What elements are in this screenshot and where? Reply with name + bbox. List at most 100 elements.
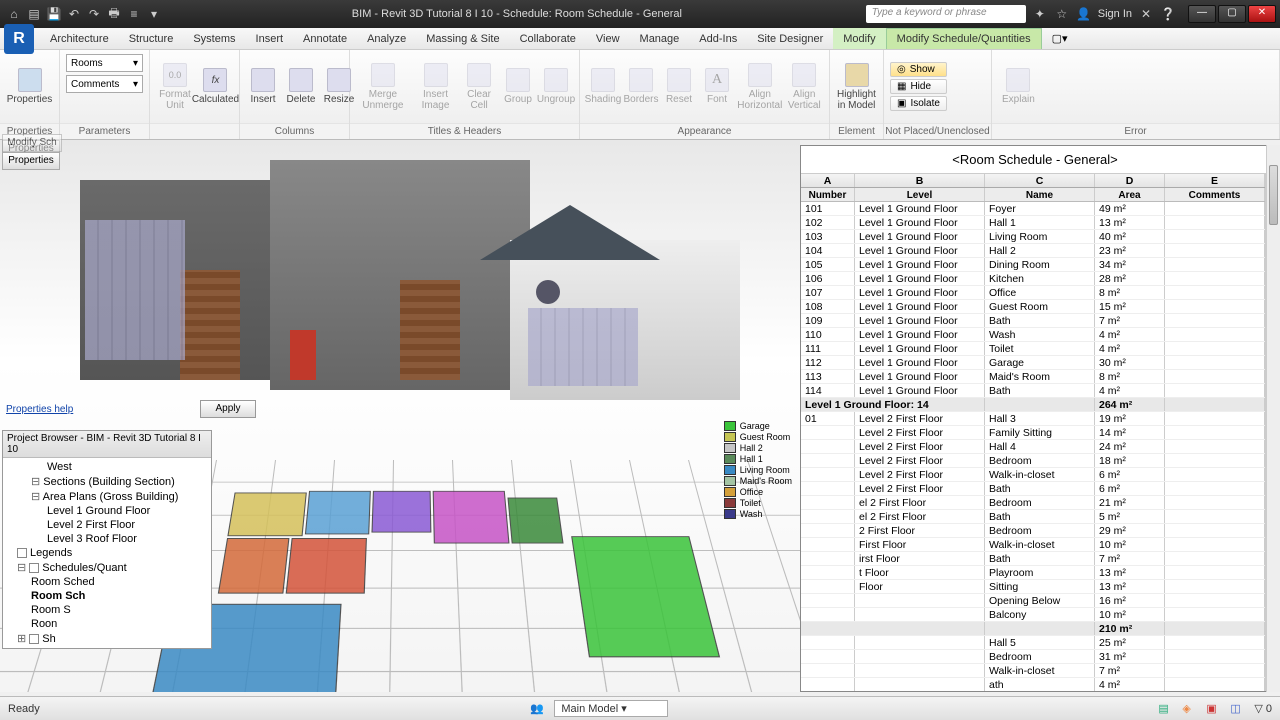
menu-tab-view[interactable]: View	[586, 28, 630, 49]
schedule-row[interactable]: 108Level 1 Ground FloorGuest Room15 m²	[801, 300, 1265, 314]
help-icon[interactable]: ❔	[1160, 6, 1176, 22]
schedule-row[interactable]: 105Level 1 Ground FloorDining Room34 m²	[801, 258, 1265, 272]
schedule-row[interactable]: 103Level 1 Ground FloorLiving Room40 m²	[801, 230, 1265, 244]
menu-tab-systems[interactable]: Systems	[183, 28, 245, 49]
calculated-button[interactable]: fxCalculated	[198, 66, 233, 107]
menu-tab-analyze[interactable]: Analyze	[357, 28, 416, 49]
save-icon[interactable]: 💾	[46, 6, 62, 22]
schedule-row[interactable]: 109Level 1 Ground FloorBath7 m²	[801, 314, 1265, 328]
tree-item[interactable]: Level 3 Roof Floor	[3, 532, 211, 546]
project-browser[interactable]: Project Browser - BIM - Revit 3D Tutoria…	[2, 430, 212, 649]
worksets-icon[interactable]: 👥	[530, 702, 544, 716]
tree-item[interactable]: Legends	[3, 546, 211, 560]
schedule-row[interactable]: 101Level 1 Ground FloorFoyer49 m²	[801, 202, 1265, 216]
menu-tab-structure[interactable]: Structure	[119, 28, 184, 49]
isolate-button[interactable]: ▣Isolate	[890, 96, 947, 111]
field-selector-rooms[interactable]: Rooms▾	[66, 54, 143, 72]
schedule-row[interactable]: Walk-in-closet7 m²	[801, 664, 1265, 678]
field-selector-comments[interactable]: Comments▾	[66, 75, 143, 93]
status-icon-2[interactable]: ◈	[1182, 702, 1196, 716]
schedule-row[interactable]: Opening Below16 m²	[801, 594, 1265, 608]
tree-item[interactable]: Level 2 First Floor	[3, 518, 211, 532]
properties-help-link[interactable]: Properties help	[6, 404, 73, 415]
ribbon-toggle-icon[interactable]: ▢▾	[1052, 32, 1068, 45]
menu-tab-modify-schedule-quantities[interactable]: Modify Schedule/Quantities	[886, 28, 1042, 49]
tree-item[interactable]: Room S	[3, 603, 211, 617]
measure-icon[interactable]: ≡	[126, 6, 142, 22]
apply-button[interactable]: Apply	[200, 400, 256, 418]
schedule-row[interactable]: FloorSitting13 m²	[801, 580, 1265, 594]
favorite-icon[interactable]: ☆	[1054, 6, 1070, 22]
modify-sch-tab[interactable]: Modify Sch	[2, 134, 62, 152]
main-vscrollbar[interactable]	[1266, 145, 1280, 692]
status-icon-4[interactable]: ◫	[1230, 702, 1244, 716]
schedule-row[interactable]: Level 2 First FloorWalk-in-closet6 m²	[801, 468, 1265, 482]
hide-button[interactable]: ▦Hide	[890, 79, 947, 94]
menu-tab-architecture[interactable]: Architecture	[40, 28, 119, 49]
sign-in-link[interactable]: Sign In	[1098, 8, 1132, 20]
menu-tab-massing-site[interactable]: Massing & Site	[416, 28, 509, 49]
tree-item[interactable]: Room Sch	[3, 589, 211, 603]
schedule-row[interactable]: 110Level 1 Ground FloorWash4 m²	[801, 328, 1265, 342]
properties-button[interactable]: Properties	[6, 66, 53, 107]
schedule-view[interactable]: <Room Schedule - General> ABCDE NumberLe…	[800, 145, 1270, 692]
main-model-selector[interactable]: Main Model ▾	[554, 700, 667, 717]
schedule-row[interactable]: Hall 525 m²	[801, 636, 1265, 650]
tree-item[interactable]: West	[3, 460, 211, 474]
schedule-row[interactable]: Bedroom31 m²	[801, 650, 1265, 664]
status-icon-3[interactable]: ▣	[1206, 702, 1220, 716]
minimize-button[interactable]: —	[1188, 5, 1216, 23]
schedule-row[interactable]: 106Level 1 Ground FloorKitchen28 m²	[801, 272, 1265, 286]
insert-col-button[interactable]: Insert	[246, 66, 280, 107]
menu-tab-site-designer[interactable]: Site Designer	[747, 28, 833, 49]
schedule-row[interactable]: 107Level 1 Ground FloorOffice8 m²	[801, 286, 1265, 300]
tree-item[interactable]: Sections (Building Section)	[3, 474, 211, 489]
open-icon[interactable]: ▤	[26, 6, 42, 22]
infocenter-icon[interactable]: ✦	[1032, 6, 1048, 22]
schedule-row[interactable]: 112Level 1 Ground FloorGarage30 m²	[801, 356, 1265, 370]
tree-item[interactable]: Room Sched	[3, 575, 211, 589]
schedule-row[interactable]: Balcony10 m²	[801, 608, 1265, 622]
tree-item[interactable]: Level 1 Ground Floor	[3, 504, 211, 518]
user-icon[interactable]: 👤	[1076, 6, 1092, 22]
search-input[interactable]: Type a keyword or phrase	[866, 5, 1026, 23]
schedule-row[interactable]: 104Level 1 Ground FloorHall 223 m²	[801, 244, 1265, 258]
schedule-row[interactable]: 113Level 1 Ground FloorMaid's Room8 m²	[801, 370, 1265, 384]
delete-col-button[interactable]: Delete	[284, 66, 318, 107]
schedule-row[interactable]: 2 First FloorBedroom29 m²	[801, 524, 1265, 538]
menu-tab-collaborate[interactable]: Collaborate	[510, 28, 586, 49]
print-icon[interactable]: 🖶	[106, 6, 122, 22]
menu-tab-add-ins[interactable]: Add-Ins	[689, 28, 747, 49]
schedule-row[interactable]: Level 2 First FloorBath6 m²	[801, 482, 1265, 496]
redo-icon[interactable]: ↷	[86, 6, 102, 22]
schedule-row[interactable]: el 2 First FloorBedroom21 m²	[801, 496, 1265, 510]
tree-item[interactable]: Schedules/Quant	[3, 560, 211, 575]
schedule-row[interactable]: 01Level 2 First FloorHall 319 m²	[801, 412, 1265, 426]
tree-item[interactable]: Roon	[3, 617, 211, 631]
schedule-row[interactable]: Level 2 First FloorFamily Sitting14 m²	[801, 426, 1265, 440]
properties-tab-2[interactable]: Properties	[2, 152, 60, 170]
highlight-button[interactable]: Highlight in Model	[836, 61, 877, 113]
schedule-row[interactable]: 111Level 1 Ground FloorToilet4 m²	[801, 342, 1265, 356]
tree-item[interactable]: Area Plans (Gross Building)	[3, 489, 211, 504]
menu-tab-annotate[interactable]: Annotate	[293, 28, 357, 49]
app-logo-icon[interactable]: R	[4, 24, 34, 54]
schedule-row[interactable]: 114Level 1 Ground FloorBath4 m²	[801, 384, 1265, 398]
menu-tab-manage[interactable]: Manage	[630, 28, 690, 49]
menu-tab-insert[interactable]: Insert	[246, 28, 294, 49]
home-icon[interactable]: ⌂	[6, 6, 22, 22]
schedule-row[interactable]: Level 2 First FloorBedroom18 m²	[801, 454, 1265, 468]
schedule-row[interactable]: 102Level 1 Ground FloorHall 113 m²	[801, 216, 1265, 230]
close-button[interactable]: ✕	[1248, 5, 1276, 23]
schedule-row[interactable]: ath4 m²	[801, 678, 1265, 691]
schedule-row[interactable]: Level 2 First FloorHall 424 m²	[801, 440, 1265, 454]
menu-tab-modify[interactable]: Modify	[833, 28, 885, 49]
status-icon-1[interactable]: ▤	[1158, 702, 1172, 716]
schedule-row[interactable]: t FloorPlayroom13 m²	[801, 566, 1265, 580]
show-button[interactable]: ◎Show	[890, 62, 947, 77]
schedule-row[interactable]: First FloorWalk-in-closet10 m²	[801, 538, 1265, 552]
exchange-icon[interactable]: ✕	[1138, 6, 1154, 22]
schedule-row[interactable]: irst FloorBath7 m²	[801, 552, 1265, 566]
schedule-row[interactable]: el 2 First FloorBath5 m²	[801, 510, 1265, 524]
more-icon[interactable]: ▾	[146, 6, 162, 22]
